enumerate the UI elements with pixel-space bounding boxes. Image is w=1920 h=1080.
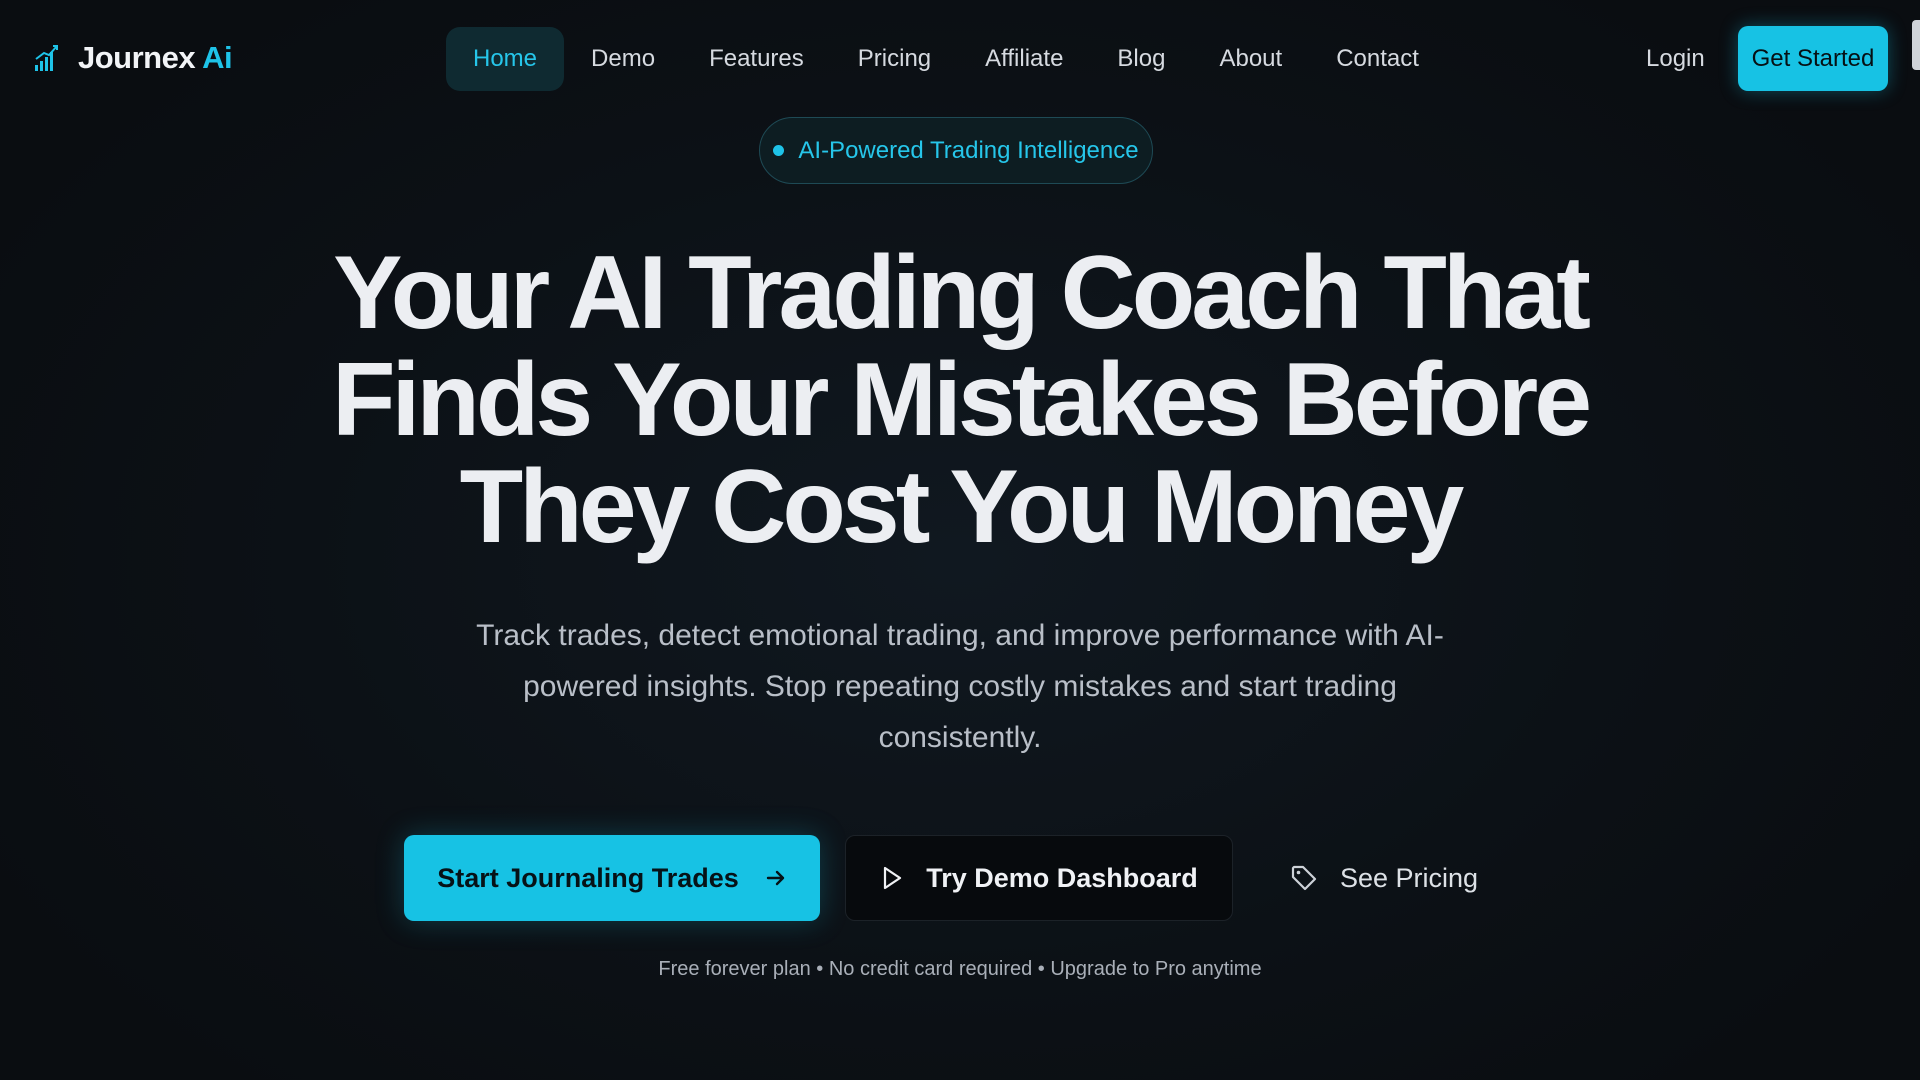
login-link[interactable]: Login [1646,27,1705,91]
hero-headline: Your AI Trading Coach That Finds Your Mi… [260,240,1660,561]
headline-line: Your AI Trading Coach That [333,235,1591,351]
start-journaling-label: Start Journaling Trades [437,862,739,893]
tag-icon [1291,865,1317,891]
nav-item-features[interactable]: Features [682,27,831,91]
see-pricing-label: See Pricing [1340,862,1479,893]
headline-line: Finds Your Mistakes Before [331,342,1592,458]
chart-bars-icon [35,45,58,71]
brand-name: Journex Ai [78,40,233,75]
nav-item-blog[interactable]: Blog [1090,27,1192,91]
nav-item-affiliate[interactable]: Affiliate [958,27,1090,91]
arrow-right-icon [766,870,784,886]
status-dot-icon [773,145,785,156]
try-demo-button[interactable]: Try Demo Dashboard [845,835,1233,921]
main-menu: Home Demo Features Pricing Affiliate Blo… [446,27,1446,91]
top-navigation: Journex Ai Home Demo Features Pricing Af… [0,0,1920,118]
fine-print: Free forever plan • No credit card requi… [658,958,1262,980]
hero-subtitle: Track trades, detect emotional trading, … [476,619,1444,754]
start-journaling-button[interactable]: Start Journaling Trades [404,835,820,921]
nav-item-contact[interactable]: Contact [1309,27,1446,91]
nav-item-demo[interactable]: Demo [564,27,682,91]
nav-item-home[interactable]: Home [446,27,565,91]
nav-item-about[interactable]: About [1192,27,1309,91]
headline-line: They Cost You Money [459,449,1465,565]
brand-logo[interactable]: Journex Ai [34,38,233,78]
play-icon [884,866,902,890]
get-started-button[interactable]: Get Started [1738,26,1888,91]
hero-badge: AI-Powered Trading Intelligence [759,117,1153,184]
scrollbar-thumb[interactable] [1912,20,1920,70]
try-demo-label: Try Demo Dashboard [926,862,1198,893]
see-pricing-link[interactable]: See Pricing [1290,835,1478,921]
nav-item-pricing[interactable]: Pricing [831,27,958,91]
badge-text: AI-Powered Trading Intelligence [798,136,1139,164]
